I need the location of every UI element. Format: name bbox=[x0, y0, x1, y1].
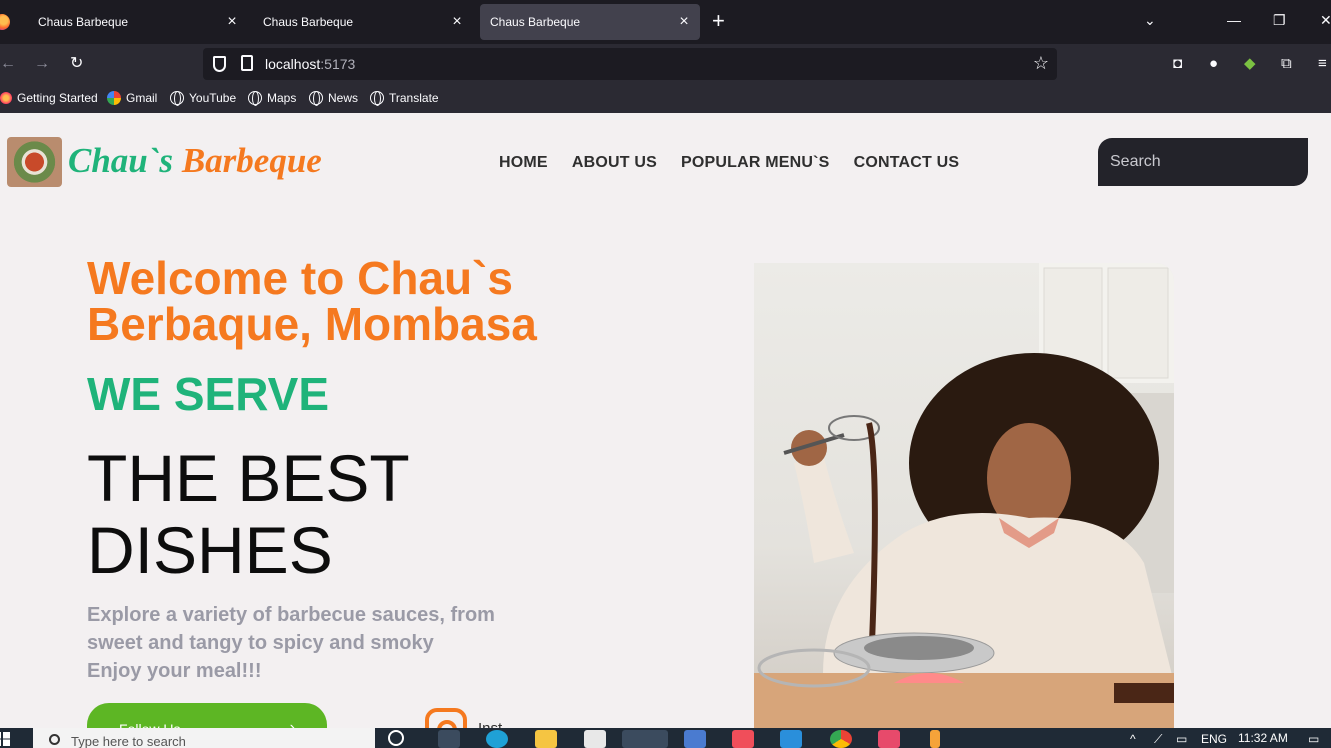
bookmark-label: Gmail bbox=[126, 91, 158, 105]
paint-icon[interactable] bbox=[930, 730, 940, 748]
menu-contact-us[interactable]: CONTACT US bbox=[854, 154, 960, 172]
tab-2[interactable]: Chaus Barbeque × bbox=[253, 4, 473, 40]
forward-icon[interactable]: → bbox=[34, 54, 50, 74]
hero-we-serve: WE SERVE bbox=[87, 368, 329, 420]
extensions-icon[interactable]: ⧉ bbox=[1281, 55, 1292, 73]
hero-photo-illustration bbox=[754, 263, 1174, 733]
hero-description: Explore a variety of barbecue sauces, fr… bbox=[87, 601, 507, 685]
bookmarks-bar: Getting Started Gmail YouTube Maps News … bbox=[0, 84, 1331, 113]
chrome-icon[interactable] bbox=[830, 730, 852, 748]
store-icon[interactable] bbox=[732, 730, 754, 748]
tab-title: Chaus Barbeque bbox=[38, 15, 129, 29]
hero-title: Welcome to Chau`s Berbaque, Mombasa bbox=[87, 252, 537, 350]
app-icon[interactable] bbox=[878, 730, 900, 748]
brand-name[interactable]: Chau`s Barbeque bbox=[68, 141, 322, 181]
url-text[interactable]: localhost:5173 bbox=[265, 56, 355, 72]
menu-popular-menus[interactable]: POPULAR MENU`S bbox=[681, 154, 830, 172]
bookmark-label: Getting Started bbox=[17, 91, 98, 105]
menu-icon[interactable]: ≡ bbox=[1318, 55, 1327, 73]
url-host: localhost bbox=[265, 56, 321, 72]
bookmark-label: News bbox=[328, 91, 359, 105]
taskbar-search-placeholder: Type here to search bbox=[71, 734, 186, 748]
raised-arm bbox=[794, 458, 854, 563]
page-info-icon[interactable] bbox=[241, 55, 253, 71]
back-icon[interactable]: ← bbox=[0, 54, 16, 74]
bookmark-label: Maps bbox=[267, 91, 297, 105]
bookmark-gmail[interactable]: Gmail bbox=[107, 91, 157, 105]
language-indicator[interactable]: ENG bbox=[1201, 732, 1227, 746]
list-all-tabs-icon[interactable]: ⌄ bbox=[1144, 12, 1156, 29]
table bbox=[754, 673, 1174, 733]
account-icon[interactable]: ● bbox=[1209, 55, 1218, 73]
bookmark-star-icon[interactable]: ☆ bbox=[1033, 53, 1049, 74]
menu-about-us[interactable]: ABOUT US bbox=[572, 154, 657, 172]
windows-start-icon[interactable] bbox=[0, 732, 10, 746]
bookmark-youtube[interactable]: YouTube bbox=[170, 91, 237, 106]
network-icon[interactable]: ⟋ bbox=[1154, 732, 1162, 747]
bookmark-news[interactable]: News bbox=[309, 91, 359, 106]
firefox-taskbar-icon[interactable] bbox=[622, 730, 668, 748]
url-bar[interactable]: localhost:5173 ☆ bbox=[203, 48, 1057, 80]
globe-icon bbox=[309, 91, 323, 106]
search-icon bbox=[49, 734, 60, 745]
notifications-icon[interactable]: ▭ bbox=[1308, 732, 1319, 746]
calculator-icon[interactable] bbox=[684, 730, 706, 748]
url-port: :5173 bbox=[320, 56, 356, 72]
file-explorer-icon[interactable] bbox=[535, 730, 557, 748]
browser-nav-bar: ← → ↻ localhost:5173 ☆ ◘ ● ◆ ⧉ ≡ bbox=[0, 44, 1331, 84]
tab-title: Chaus Barbeque bbox=[490, 15, 581, 29]
browser-tab-bar: Chaus Barbeque × Chaus Barbeque × Chaus … bbox=[0, 0, 1331, 44]
bowl-inner bbox=[864, 636, 974, 660]
logo-image[interactable] bbox=[7, 137, 62, 187]
globe-icon bbox=[370, 91, 384, 106]
firefox-small-icon bbox=[0, 92, 12, 104]
bookmark-label: YouTube bbox=[189, 91, 237, 105]
restore-icon[interactable]: ❐ bbox=[1273, 12, 1286, 29]
bookmark-label: Translate bbox=[389, 91, 439, 105]
chocolate-bar bbox=[1114, 683, 1174, 703]
close-window-icon[interactable]: ✕ bbox=[1320, 12, 1331, 29]
battery-icon[interactable]: ▭ bbox=[1176, 732, 1187, 746]
hero-best-dishes: THE BEST DISHES bbox=[87, 441, 409, 587]
edge-icon[interactable] bbox=[486, 730, 508, 748]
firefox-icon[interactable] bbox=[0, 14, 10, 30]
tab-title: Chaus Barbeque bbox=[263, 15, 354, 29]
google-icon bbox=[107, 91, 121, 105]
brand-part-1: Chau`s bbox=[68, 141, 174, 180]
new-tab-icon[interactable]: + bbox=[712, 10, 725, 32]
extension-color-icon[interactable]: ◆ bbox=[1244, 55, 1256, 73]
globe-icon bbox=[170, 91, 184, 106]
tab-3-active[interactable]: Chaus Barbeque × bbox=[480, 4, 700, 40]
windows-taskbar: Type here to search ^ ⟋ ▭ ENG 11:32 AM ▭ bbox=[0, 728, 1331, 748]
mail-icon[interactable] bbox=[584, 730, 606, 748]
tab-1[interactable]: Chaus Barbeque × bbox=[28, 4, 248, 40]
close-tab-icon[interactable]: × bbox=[445, 13, 469, 31]
main-menu: HOME ABOUT US POPULAR MENU`S CONTACT US bbox=[499, 154, 959, 172]
vscode-icon[interactable] bbox=[780, 730, 802, 748]
menu-home[interactable]: HOME bbox=[499, 154, 548, 172]
bookmark-translate[interactable]: Translate bbox=[370, 91, 439, 106]
desc-line-2: sweet and tangy to spicy and smoky bbox=[87, 632, 434, 654]
cabinet-door bbox=[1107, 267, 1169, 379]
cortana-icon[interactable] bbox=[388, 730, 404, 746]
pocket-icon[interactable]: ◘ bbox=[1173, 55, 1182, 73]
search-input[interactable] bbox=[1098, 138, 1308, 186]
globe-icon bbox=[248, 91, 262, 106]
desc-line-1: Explore a variety of barbecue sauces, fr… bbox=[87, 604, 495, 626]
brand-part-2: Barbeque bbox=[181, 141, 322, 180]
tray-chevron-icon[interactable]: ^ bbox=[1130, 732, 1136, 746]
close-tab-icon[interactable]: × bbox=[672, 13, 696, 31]
close-tab-icon[interactable]: × bbox=[220, 13, 244, 31]
bookmark-getting-started[interactable]: Getting Started bbox=[0, 91, 98, 105]
clock-time[interactable]: 11:32 AM bbox=[1238, 731, 1288, 745]
minimize-icon[interactable]: — bbox=[1227, 12, 1241, 28]
taskbar-search[interactable]: Type here to search bbox=[33, 728, 375, 748]
task-view-icon[interactable] bbox=[438, 730, 460, 748]
site-header: Chau`s Barbeque HOME ABOUT US POPULAR ME… bbox=[0, 113, 1331, 213]
desc-line-3: Enjoy your meal!!! bbox=[87, 660, 262, 682]
reload-icon[interactable]: ↻ bbox=[70, 54, 83, 74]
hero-photo-woman-cooking bbox=[754, 263, 1174, 733]
tracking-shield-icon[interactable] bbox=[213, 56, 226, 72]
bookmark-maps[interactable]: Maps bbox=[248, 91, 297, 106]
